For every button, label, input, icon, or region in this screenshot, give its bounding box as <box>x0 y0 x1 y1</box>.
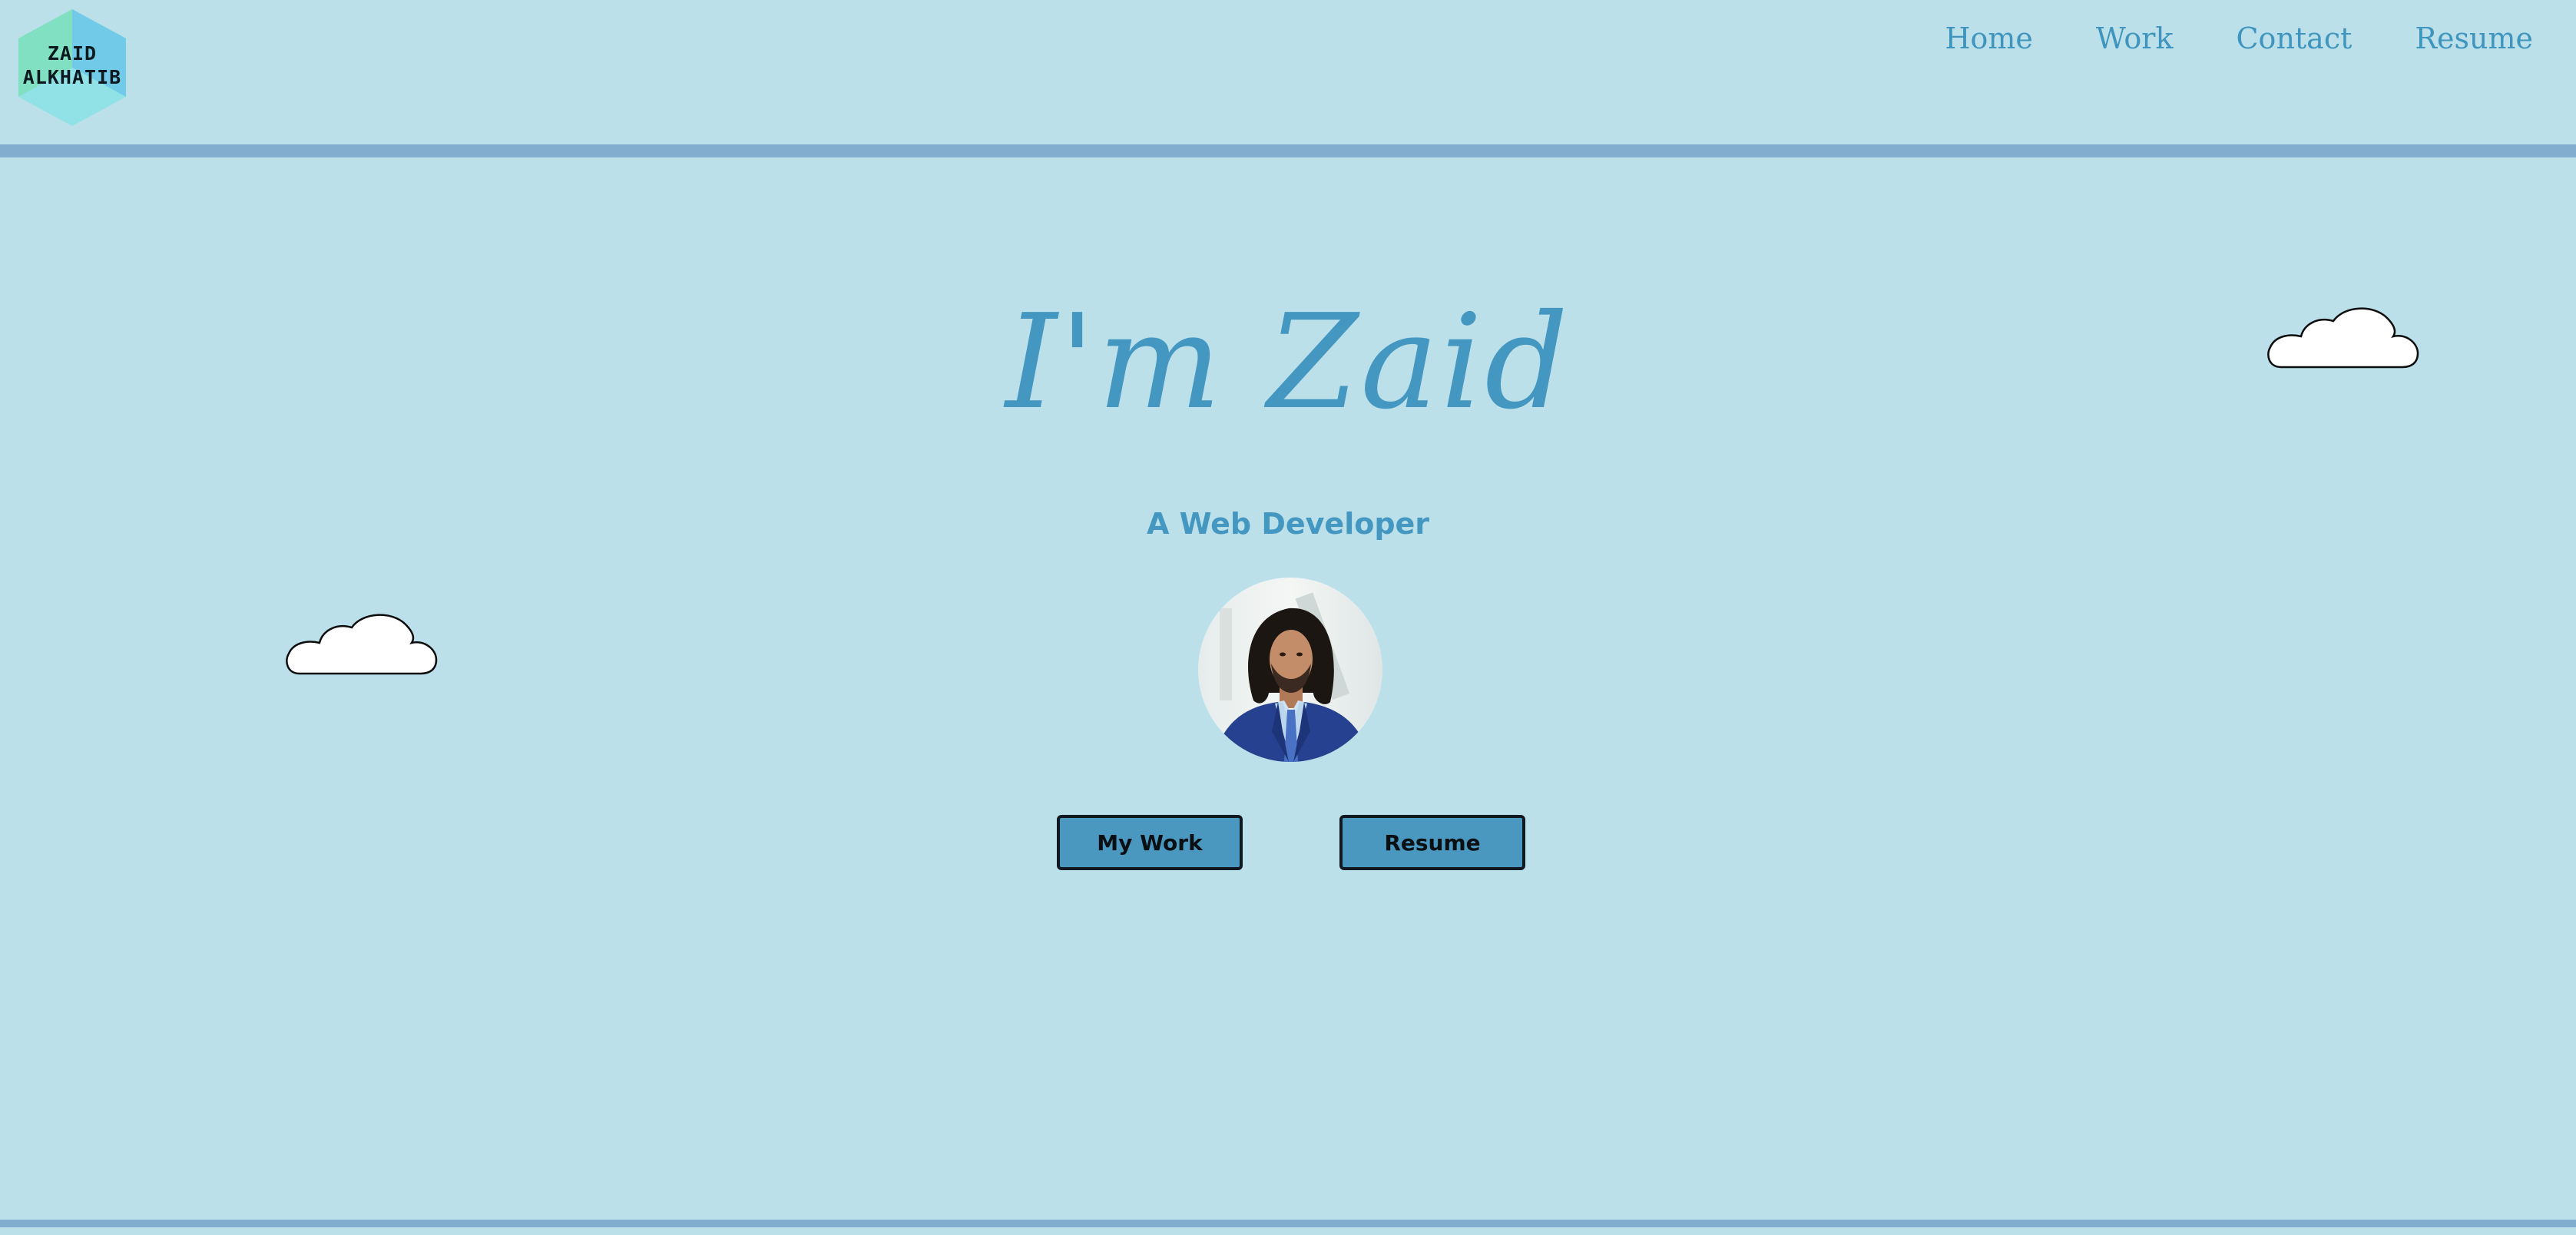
avatar <box>1198 578 1382 762</box>
resume-button[interactable]: Resume <box>1339 815 1525 870</box>
logo-line-1: ZAID <box>47 42 98 65</box>
hero-subtitle: A Web Developer <box>1146 507 1430 541</box>
nav-link-home[interactable]: Home <box>1945 22 2033 55</box>
nav-link-resume[interactable]: Resume <box>2415 22 2533 55</box>
logo[interactable]: ZAID ALKHATIB <box>12 6 132 129</box>
footer-divider <box>0 1220 2576 1227</box>
logo-text: ZAID ALKHATIB <box>12 41 132 89</box>
logo-line-2: ALKHATIB <box>22 66 122 88</box>
cloud-icon <box>286 614 438 675</box>
person-portrait-icon <box>1198 578 1382 762</box>
header-divider <box>0 144 2576 157</box>
my-work-button[interactable]: My Work <box>1057 815 1243 870</box>
page: ZAID ALKHATIB Home Work Contact Resume I… <box>0 0 2576 1235</box>
cloud-icon <box>2267 307 2419 369</box>
hero-title: I'm Zaid <box>1005 286 1571 439</box>
nav-link-contact[interactable]: Contact <box>2236 22 2352 55</box>
nav-link-work[interactable]: Work <box>2096 22 2174 55</box>
main-nav: Home Work Contact Resume <box>1945 22 2533 55</box>
